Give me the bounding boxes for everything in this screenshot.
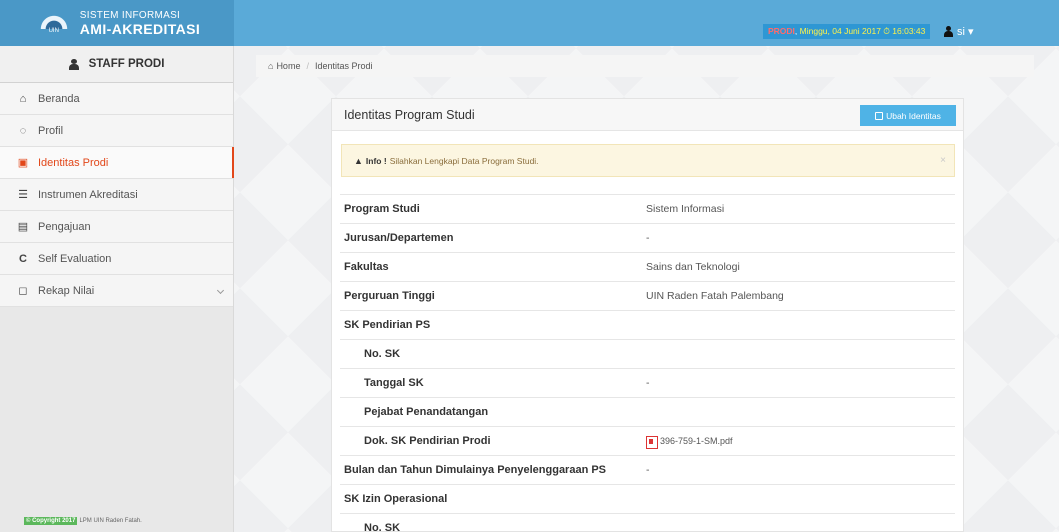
row-label: Jurusan/Departemen	[344, 232, 454, 244]
row-value: -	[646, 232, 650, 244]
table-row: Jurusan/Departemen -	[340, 223, 955, 252]
user-menu-toggle[interactable]: si ▾	[944, 25, 974, 38]
refresh-icon: C	[19, 252, 27, 265]
row-label: Tanggal SK	[364, 377, 424, 389]
table-row: SK Izin Operasional	[340, 484, 955, 513]
brand-logo-link[interactable]: UIN SISTEM INFORMASI AMI-AKREDITASI	[0, 0, 234, 46]
row-label: Bulan dan Tahun Dimulainya Penyelenggara…	[344, 464, 607, 476]
table-row: Perguruan Tinggi UIN Raden Fatah Palemba…	[340, 281, 955, 310]
breadcrumb-current: Identitas Prodi	[314, 61, 373, 71]
sidebar-item-label: Rekap Nilai	[38, 284, 95, 297]
table-row: Pejabat Penandatangan	[340, 397, 955, 426]
status-datetime: Minggu, 04 Juni 2017 ⏱ 16:03:43	[799, 26, 926, 36]
row-label: Dok. SK Pendirian Prodi	[364, 435, 491, 447]
table-row: Bulan dan Tahun Dimulainya Penyelenggara…	[340, 455, 955, 484]
table-row: Fakultas Sains dan Teknologi	[340, 252, 955, 281]
chevron-down-icon	[216, 286, 225, 295]
ubah-identitas-button[interactable]: Ubah Identitas	[860, 105, 956, 126]
copyright-text: LPM UIN Raden Fatah.	[79, 518, 142, 524]
alert-heading: Info !	[365, 155, 387, 166]
table-row: Program Studi Sistem Informasi	[340, 194, 955, 223]
sidebar-item-rekap-nilai[interactable]: ◻ Rekap Nilai	[0, 275, 233, 307]
sidebar-heading: STAFF PRODI	[0, 46, 233, 83]
sidebar: STAFF PRODI ⌂ Beranda ◌ Profil ▣ Identit…	[0, 46, 234, 532]
table-row: No. SK	[340, 339, 955, 368]
copyright-badge: © Copyright 2017	[24, 517, 78, 525]
user-circle-icon: ◌	[19, 124, 27, 137]
sidebar-item-identitas-prodi[interactable]: ▣ Identitas Prodi	[0, 147, 234, 179]
row-label: Fakultas	[344, 261, 389, 273]
clone-icon: ◻	[18, 285, 28, 297]
row-value: -	[646, 377, 650, 389]
brand-text: SISTEM INFORMASI AMI-AKREDITASI	[80, 10, 200, 37]
user-name: si ▾	[957, 26, 974, 38]
sidebar-item-label: Identitas Prodi	[38, 156, 109, 169]
copy-icon: ▤	[17, 221, 29, 233]
sidebar-item-label: Pengajuan	[38, 220, 91, 233]
identitas-panel: Identitas Program Studi Ubah Identitas ▲…	[331, 98, 964, 532]
home-icon: ⌂	[19, 92, 27, 105]
copyright: © Copyright 2017 LPM UIN Raden Fatah.	[24, 517, 142, 525]
row-value: Sistem Informasi	[646, 203, 725, 215]
warning-icon: ▲	[354, 155, 363, 166]
table-row: No. SK	[340, 513, 955, 532]
row-value: -	[646, 464, 650, 476]
top-navbar: UIN SISTEM INFORMASI AMI-AKREDITASI PROD…	[0, 0, 1059, 46]
table-row: Tanggal SK -	[340, 368, 955, 397]
user-icon	[944, 26, 953, 37]
table-row: SK Pendirian PS	[340, 310, 955, 339]
breadcrumb: ⌂ Home / Identitas Prodi	[256, 55, 1034, 77]
row-label: SK Izin Operasional	[344, 493, 448, 505]
row-label: Pejabat Penandatangan	[364, 406, 489, 418]
row-label: SK Pendirian PS	[344, 319, 431, 331]
row-label: Perguruan Tinggi	[344, 290, 435, 302]
pdf-file-icon	[646, 435, 658, 449]
sidebar-item-label: Self Evaluation	[38, 252, 112, 265]
row-label: No. SK	[364, 522, 401, 532]
sidebar-item-label: Profil	[38, 124, 64, 137]
row-value: 396-759-1-SM.pdf	[646, 435, 733, 449]
breadcrumb-home-link[interactable]: Home	[276, 61, 300, 71]
sidebar-item-label: Instrumen Akreditasi	[38, 188, 138, 201]
home-icon: ⌂	[268, 61, 274, 71]
panel-title: Identitas Program Studi	[344, 107, 475, 122]
pdf-download-link[interactable]: 396-759-1-SM.pdf	[660, 436, 733, 446]
alert-text: Silahkan Lengkapi Data Program Studi.	[389, 155, 539, 166]
status-role: PRODI	[768, 26, 795, 36]
user-icon	[68, 58, 79, 70]
row-value: Sains dan Teknologi	[646, 261, 740, 273]
brand-subtitle: SISTEM INFORMASI	[79, 9, 181, 21]
brand-title: AMI-AKREDITASI	[79, 20, 201, 37]
row-label: Program Studi	[344, 203, 420, 215]
logo-icon: UIN	[34, 7, 74, 39]
row-value: UIN Raden Fatah Palembang	[646, 290, 784, 302]
sidebar-item-profil[interactable]: ◌ Profil	[0, 115, 233, 147]
sidebar-item-label: Beranda	[38, 92, 80, 105]
info-alert: ▲ Info ! Silahkan Lengkapi Data Program …	[341, 144, 955, 177]
sidebar-item-pengajuan[interactable]: ▤ Pengajuan	[0, 211, 233, 243]
close-icon[interactable]: ×	[940, 155, 946, 166]
sidebar-item-self-evaluation[interactable]: C Self Evaluation	[0, 243, 233, 275]
id-card-icon: ▣	[17, 157, 29, 169]
status-badge: PRODI, Minggu, 04 Juni 2017 ⏱ 16:03:43	[763, 24, 931, 39]
row-label: No. SK	[364, 348, 401, 360]
table-row: Dok. SK Pendirian Prodi 396-759-1-SM.pdf	[340, 426, 955, 455]
sidebar-item-instrumen-akreditasi[interactable]: ☰ Instrumen Akreditasi	[0, 179, 233, 211]
identitas-table: Program Studi Sistem Informasi Jurusan/D…	[332, 194, 965, 532]
list-icon: ☰	[18, 189, 28, 201]
sidebar-item-beranda[interactable]: ⌂ Beranda	[0, 83, 233, 115]
edit-icon	[875, 111, 884, 120]
breadcrumb-separator: /	[306, 61, 309, 71]
